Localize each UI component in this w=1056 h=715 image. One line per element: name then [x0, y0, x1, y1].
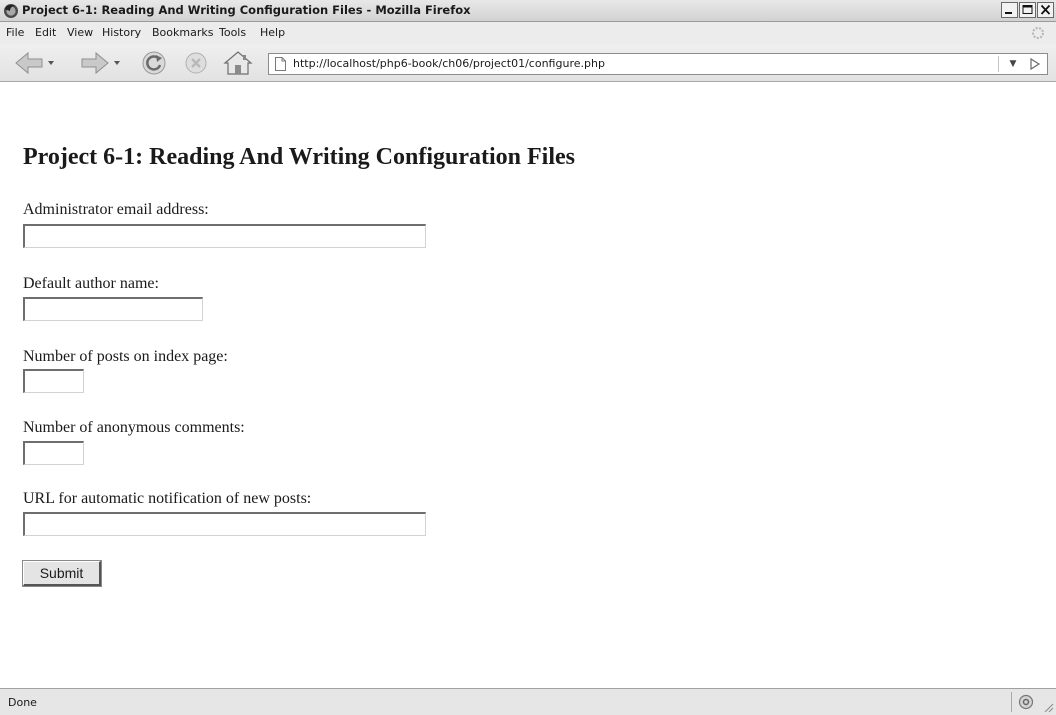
minimize-icon: [1005, 12, 1012, 14]
posts-count-label: Number of posts on index page:: [23, 348, 228, 365]
firefox-logo-icon: [4, 4, 18, 18]
url-text[interactable]: http://localhost/php6-book/ch06/project0…: [293, 57, 605, 70]
minimize-button[interactable]: [1001, 2, 1018, 18]
menu-view[interactable]: View: [67, 26, 93, 39]
anonymous-comments-label: Number of anonymous comments:: [23, 419, 245, 436]
home-icon[interactable]: [222, 50, 254, 76]
window-controls: [1000, 2, 1054, 18]
author-name-field[interactable]: [23, 297, 203, 321]
page-title: Project 6-1: Reading And Writing Configu…: [23, 144, 575, 170]
menu-tools[interactable]: Tools: [219, 26, 246, 39]
status-divider: [1011, 692, 1012, 712]
author-name-label: Default author name:: [23, 275, 159, 292]
throbber-icon: [1032, 27, 1044, 39]
forward-icon[interactable]: [78, 50, 122, 76]
submit-button[interactable]: Submit: [22, 560, 102, 587]
menu-file[interactable]: File: [6, 26, 24, 39]
posts-count-field[interactable]: [23, 369, 84, 393]
window-title: Project 6-1: Reading And Writing Configu…: [22, 3, 471, 17]
url-separator: [998, 56, 999, 72]
menu-bookmarks[interactable]: Bookmarks: [152, 26, 213, 39]
menu-bar: File Edit View History Bookmarks Tools H…: [0, 22, 1056, 44]
maximize-icon: [1022, 5, 1033, 14]
maximize-button[interactable]: [1019, 2, 1036, 18]
browser-window: Project 6-1: Reading And Writing Configu…: [0, 0, 1056, 715]
menu-history[interactable]: History: [102, 26, 141, 39]
status-bar: Done: [0, 688, 1056, 715]
close-icon: [1040, 4, 1051, 15]
notification-url-field[interactable]: [23, 512, 426, 536]
resize-grip-icon[interactable]: [1042, 701, 1054, 713]
reload-icon[interactable]: [140, 50, 168, 76]
title-bar: Project 6-1: Reading And Writing Configu…: [0, 0, 1056, 22]
stop-icon[interactable]: [182, 50, 210, 76]
admin-email-field[interactable]: [23, 224, 426, 248]
url-dropdown-icon[interactable]: ▼: [1005, 56, 1021, 72]
url-bar[interactable]: http://localhost/php6-book/ch06/project0…: [268, 53, 1048, 75]
anonymous-comments-field[interactable]: [23, 441, 84, 465]
notification-url-label: URL for automatic notification of new po…: [23, 490, 312, 507]
close-button[interactable]: [1037, 2, 1054, 18]
page-icon: [275, 57, 286, 71]
status-text: Done: [8, 696, 37, 709]
go-icon[interactable]: [1027, 56, 1043, 72]
menu-help[interactable]: Help: [260, 26, 285, 39]
page-content: Project 6-1: Reading And Writing Configu…: [0, 82, 1056, 688]
admin-email-label: Administrator email address:: [23, 201, 209, 218]
security-status-icon[interactable]: [1018, 694, 1034, 710]
back-icon[interactable]: [12, 50, 56, 76]
navigation-toolbar: http://localhost/php6-book/ch06/project0…: [0, 44, 1056, 82]
menu-edit[interactable]: Edit: [35, 26, 56, 39]
